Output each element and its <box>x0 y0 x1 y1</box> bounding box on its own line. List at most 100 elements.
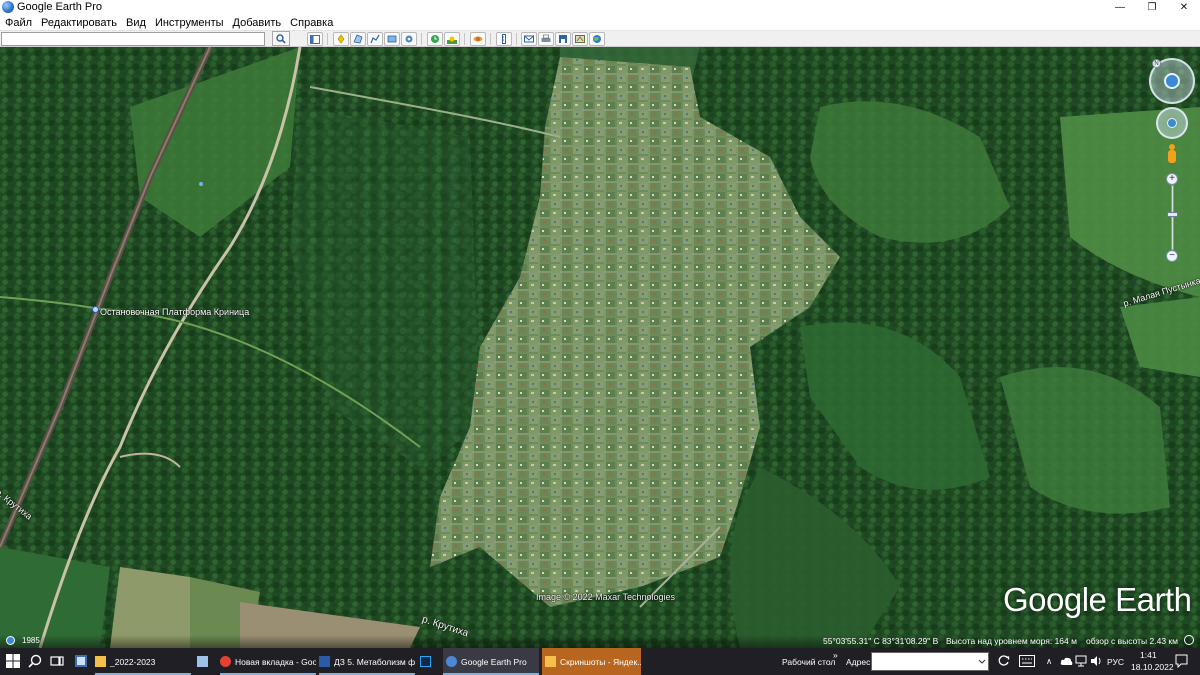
clock-icon <box>431 35 439 43</box>
image-overlay-icon <box>387 35 397 43</box>
address-toolbar-label: Адрес <box>846 657 871 667</box>
task-view-icon[interactable] <box>49 653 65 669</box>
menu-add[interactable]: Добавить <box>233 17 282 29</box>
north-button[interactable]: N <box>1152 59 1161 68</box>
sunlight-button[interactable] <box>444 32 460 46</box>
menu-edit[interactable]: Редактировать <box>41 17 117 29</box>
toolbar-chevron-icon[interactable]: » <box>833 650 838 660</box>
place-label-station[interactable]: Остановочная Платформа Криница <box>100 307 249 317</box>
word-icon <box>319 656 330 667</box>
path-icon <box>370 34 380 44</box>
maximize-button[interactable]: ❐ <box>1136 0 1168 14</box>
email-button[interactable] <box>521 32 537 46</box>
zoom-in-button[interactable]: + <box>1166 173 1178 185</box>
station-marker-icon[interactable] <box>92 306 99 313</box>
zoom-out-button[interactable]: − <box>1166 250 1178 262</box>
toolbar-separator <box>516 33 517 45</box>
polygon-icon <box>353 34 363 44</box>
keyboard-icon[interactable] <box>1019 655 1035 667</box>
taskbar-item-word[interactable]: ДЗ 5. Метаболизм ф... <box>319 648 415 675</box>
taskbar-item-google-earth[interactable]: Google Earth Pro <box>443 648 539 675</box>
address-input[interactable] <box>871 652 989 671</box>
google-earth-icon <box>2 1 14 13</box>
historical-globe-icon[interactable] <box>6 636 15 645</box>
map-view[interactable]: Остановочная Платформа Криница р. Крутих… <box>0 47 1200 648</box>
input-language[interactable]: РУС <box>1107 657 1124 667</box>
chrome-icon <box>220 656 231 667</box>
map-icon <box>575 35 585 43</box>
search-icon[interactable] <box>27 653 43 669</box>
save-image-button[interactable] <box>555 32 571 46</box>
taskbar-item-screenshots-folder[interactable]: Скриншоты - Яндек... <box>542 648 641 675</box>
search-icon <box>276 33 286 44</box>
zoom-slider[interactable] <box>1171 185 1174 250</box>
show-hidden-icons-button[interactable]: ∧ <box>1046 656 1052 667</box>
search-input[interactable] <box>1 32 265 46</box>
toolbar-separator <box>421 33 422 45</box>
folder-icon <box>545 656 556 667</box>
taskbar-item-photoshop[interactable] <box>420 648 440 675</box>
ruler-icon <box>502 34 506 44</box>
google-earth-logo: Google Earth <box>1003 581 1192 618</box>
window-controls: — ❐ ✕ <box>1104 0 1200 14</box>
taskbar-item-document[interactable] <box>197 648 217 675</box>
app-pinned-icon[interactable] <box>73 653 89 669</box>
clock-time[interactable]: 1:41 <box>1140 650 1157 660</box>
planet-icon <box>473 36 483 42</box>
eye-icon <box>1164 73 1180 89</box>
tour-icon <box>405 35 413 43</box>
menu-view[interactable]: Вид <box>126 17 146 29</box>
menu-file[interactable]: Файл <box>5 17 32 29</box>
toolbar-separator <box>490 33 491 45</box>
add-image-overlay-button[interactable] <box>384 32 400 46</box>
search-button[interactable] <box>272 31 290 46</box>
clock-date[interactable]: 18.10.2022 <box>1131 662 1174 672</box>
toolbar-separator <box>464 33 465 45</box>
print-button[interactable] <box>538 32 554 46</box>
window-title: Google Earth Pro <box>17 1 102 13</box>
satellite-imagery <box>0 47 1200 648</box>
zoom-slider-thumb[interactable] <box>1167 212 1178 217</box>
add-path-button[interactable] <box>367 32 383 46</box>
menu-help[interactable]: Справка <box>290 17 333 29</box>
switch-planet-button[interactable] <box>470 32 486 46</box>
taskbar-item-chrome[interactable]: Новая вкладка - Goo... <box>220 648 316 675</box>
hand-icon <box>1167 118 1177 128</box>
save-image-icon <box>559 35 567 43</box>
cursor-coordinates: 55°03'55.31" С 83°31'08.29" В <box>823 636 939 646</box>
sidebar-toggle-button[interactable] <box>307 32 323 46</box>
minimize-button[interactable]: — <box>1104 0 1136 14</box>
cloud-icon[interactable] <box>1060 655 1073 667</box>
volume-icon[interactable] <box>1090 655 1103 667</box>
add-polygon-button[interactable] <box>350 32 366 46</box>
desktop-toolbar-label[interactable]: Рабочий стол <box>782 657 835 667</box>
mail-icon <box>524 35 534 43</box>
eye-altitude-readout: обзор с высоты 2.43 км <box>1086 636 1178 646</box>
ruler-button[interactable] <box>496 32 512 46</box>
google-earth-icon <box>446 656 457 667</box>
taskbar-item-label: Google Earth Pro <box>461 656 527 667</box>
earth-gallery-button[interactable] <box>589 32 605 46</box>
notifications-icon[interactable] <box>1175 654 1188 668</box>
windows-start-icon[interactable] <box>5 653 21 669</box>
folder-icon <box>95 656 106 667</box>
record-tour-button[interactable] <box>401 32 417 46</box>
network-icon[interactable] <box>1075 655 1087 667</box>
historical-imagery-button[interactable] <box>427 32 443 46</box>
taskbar-item-label: Новая вкладка - Goo... <box>235 656 316 667</box>
view-in-maps-button[interactable] <box>572 32 588 46</box>
pegman-icon[interactable] <box>1166 144 1178 168</box>
add-placemark-button[interactable] <box>333 32 349 46</box>
sun-icon <box>447 36 457 44</box>
move-joystick[interactable] <box>1156 107 1188 139</box>
refresh-icon[interactable] <box>997 654 1011 668</box>
elevation-readout: Высота над уровнем моря: 164 м <box>946 636 1077 646</box>
document-icon <box>197 656 208 667</box>
close-button[interactable]: ✕ <box>1168 0 1200 14</box>
imagery-copyright: Image © 2022 Maxar Technologies <box>536 592 676 602</box>
chevron-down-icon[interactable] <box>978 659 986 665</box>
taskbar-item-folder-2022[interactable]: _2022-2023 <box>95 648 191 675</box>
toolbar-separator <box>327 33 328 45</box>
menu-tools[interactable]: Инструменты <box>155 17 224 29</box>
streaming-icon <box>1184 635 1194 645</box>
